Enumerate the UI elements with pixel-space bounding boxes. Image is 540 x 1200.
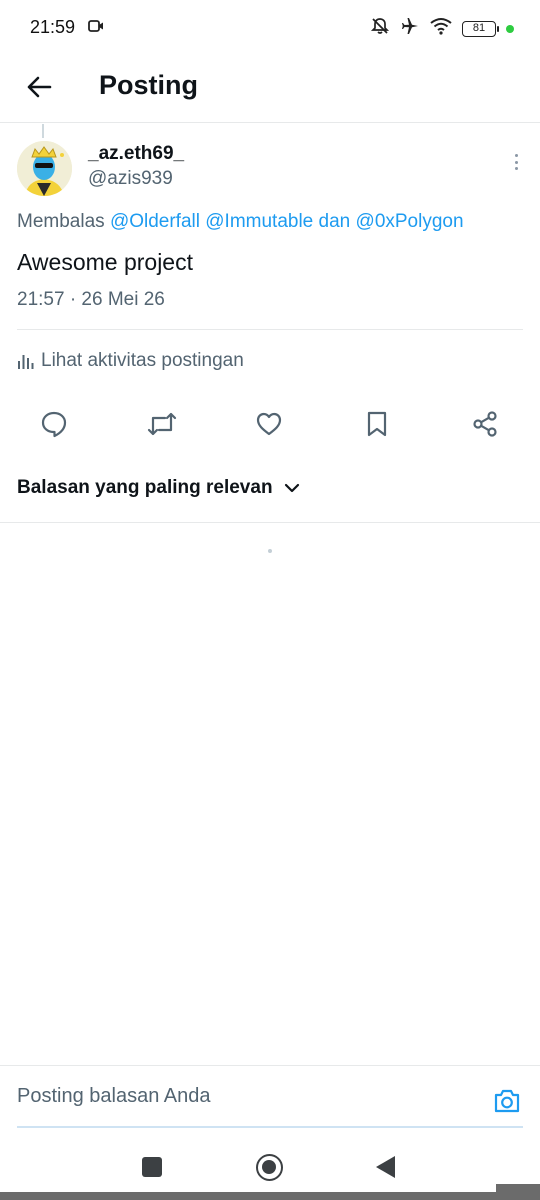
bottom-edge-strip	[0, 1192, 540, 1200]
reply-prefix: Membalas	[17, 211, 105, 232]
more-dot	[514, 160, 518, 164]
status-time: 21:59	[30, 17, 76, 37]
reply-icon	[41, 411, 67, 438]
sort-label: Balasan yang paling relevan	[17, 477, 273, 498]
more-dot	[514, 154, 518, 157]
more-dot	[514, 167, 518, 170]
recent-apps-button[interactable]	[142, 1157, 162, 1177]
mention-link[interactable]: @0xPolygon	[356, 211, 464, 232]
reply-button[interactable]	[35, 405, 73, 443]
bell-off-icon	[370, 16, 390, 41]
back-button[interactable]	[22, 70, 56, 104]
user-handle[interactable]: @azis939	[88, 168, 173, 190]
more-options-button[interactable]	[510, 150, 522, 174]
repost-icon	[147, 412, 177, 436]
repost-button[interactable]	[143, 405, 181, 443]
share-button[interactable]	[466, 405, 504, 443]
post-text: Awesome project	[17, 249, 193, 275]
status-icons: 81	[370, 16, 514, 41]
activity-label: Lihat aktivitas postingan	[41, 350, 244, 371]
privacy-indicator-dot	[506, 24, 514, 33]
thread-connector-line	[42, 124, 44, 138]
bookmark-button[interactable]	[358, 405, 396, 443]
post-actions	[0, 405, 540, 443]
home-button[interactable]	[256, 1154, 283, 1181]
mention-link[interactable]: @Olderfall	[110, 211, 200, 232]
page-title: Posting	[99, 70, 198, 100]
video-record-icon	[88, 19, 104, 38]
arrow-left-icon	[27, 76, 52, 98]
share-icon	[473, 411, 497, 437]
analytics-icon	[18, 355, 34, 369]
mention-link[interactable]: @Immutable	[205, 211, 313, 232]
post-timestamp: 21:57 · 26 Mei 26	[17, 289, 165, 310]
loading-indicator	[268, 549, 272, 553]
airplane-icon	[400, 16, 420, 41]
bookmark-icon	[367, 411, 387, 437]
divider	[0, 522, 540, 523]
like-button[interactable]	[250, 405, 288, 443]
like-icon	[256, 412, 282, 436]
wifi-icon	[430, 17, 452, 40]
display-name[interactable]: _az.eth69_	[88, 143, 184, 165]
reply-sort-dropdown[interactable]: Balasan yang paling relevan	[17, 477, 301, 499]
battery-icon: 81	[462, 20, 499, 37]
view-activity-link[interactable]: Lihat aktivitas postingan	[17, 350, 244, 372]
system-back-button[interactable]	[376, 1156, 395, 1178]
top-bar: Posting	[0, 56, 540, 123]
status-bar: 21:59 81	[0, 0, 540, 56]
system-navigation-bar	[0, 1130, 540, 1192]
camera-button[interactable]	[492, 1086, 522, 1116]
reply-input[interactable]	[17, 1066, 523, 1128]
avatar[interactable]	[17, 141, 72, 196]
bottom-edge-tab	[496, 1184, 540, 1200]
camera-icon	[494, 1089, 520, 1113]
chevron-down-icon	[284, 483, 299, 493]
mention-connector: dan	[318, 211, 351, 232]
divider	[17, 329, 523, 330]
reply-composer	[0, 1065, 540, 1128]
reply-context: Membalas @Olderfall @Immutable dan @0xPo…	[17, 211, 464, 233]
